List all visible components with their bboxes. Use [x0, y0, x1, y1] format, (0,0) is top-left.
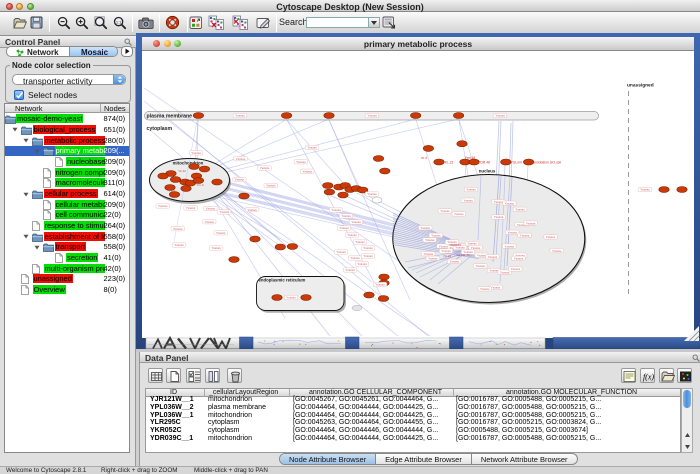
svg-text:Yxxxxx: Yxxxxx [350, 256, 360, 260]
svg-text:Yxxxxx: Yxxxxx [375, 283, 385, 287]
svg-text:Yxxxxx: Yxxxxx [552, 249, 562, 253]
svg-text:Yk.12: Yk.12 [178, 169, 186, 173]
svg-text:Yxxxxx: Yxxxxx [466, 188, 476, 192]
svg-text:Yxxxxx: Yxxxxx [505, 201, 515, 205]
svg-text:Yxxxxx: Yxxxxx [260, 166, 270, 170]
svg-text:Yxxxxx: Yxxxxx [219, 210, 229, 214]
svg-text:Yxxxxx: Yxxxxx [186, 206, 196, 210]
svg-text:Yxxxxx: Yxxxxx [515, 208, 525, 212]
svg-text:Yxxxxx: Yxxxxx [266, 184, 276, 188]
svg-text:G0.441,Yk: G0.441,Yk [456, 253, 470, 257]
svg-text:Yxxxxx: Yxxxxx [336, 250, 346, 254]
svg-text:Yxxxxx: Yxxxxx [526, 221, 536, 225]
svg-text:Yxxxxx: Yxxxxx [345, 268, 355, 272]
svg-text:YKL.21: YKL.21 [442, 161, 453, 165]
svg-text:Yxxxxx: Yxxxxx [471, 246, 481, 250]
svg-text:Yxxxxx: Yxxxxx [347, 233, 357, 237]
svg-text:Yxxxxx: Yxxxxx [286, 296, 296, 300]
svg-text:Yxxxxx: Yxxxxx [495, 114, 505, 118]
svg-text:Yxxxxx: Yxxxxx [546, 235, 556, 239]
svg-text:Yxxxxx: Yxxxxx [351, 220, 361, 224]
svg-text:Yb.8: Yb.8 [169, 189, 176, 193]
svg-text:Yxxxxx: Yxxxxx [296, 160, 306, 164]
svg-text:Yxxxxx: Yxxxxx [174, 243, 184, 247]
svg-text:Yxxxxx: Yxxxxx [467, 242, 477, 246]
svg-text:Yxxxxx: Yxxxxx [511, 267, 521, 271]
svg-text:Yxxxxx: Yxxxxx [640, 188, 650, 192]
svg-text:annotation.GO.cell: annotation.GO.cell [533, 161, 561, 165]
svg-text:Yxxxxx: Yxxxxx [363, 254, 373, 258]
svg-text:Yxxxxx: Yxxxxx [236, 157, 246, 161]
svg-text:Yxxxxx: Yxxxxx [500, 270, 510, 274]
svg-text:Yxxxxx: Yxxxxx [235, 114, 245, 118]
svg-text:Yxxxxx: Yxxxxx [331, 208, 341, 212]
svg-text:Yxxxxx: Yxxxxx [454, 212, 464, 216]
svg-text:Yxxxxx: Yxxxxx [341, 214, 351, 218]
svg-text:m.4: m.4 [421, 156, 427, 160]
svg-text:f(x): f(x) [643, 373, 654, 382]
svg-text:Yxxxxx: Yxxxxx [158, 204, 168, 208]
svg-text:Yxxxxx: Yxxxxx [494, 215, 504, 219]
svg-text:YDR.48: YDR.48 [478, 161, 490, 165]
svg-text:endoplasmic reticulum: endoplasmic reticulum [259, 278, 306, 283]
svg-text:Yxxxxx: Yxxxxx [420, 226, 430, 230]
svg-text:Yxxxxx: Yxxxxx [357, 262, 367, 266]
svg-text:Yxxxxx: Yxxxxx [206, 207, 216, 211]
svg-text:Yxxxxx: Yxxxxx [491, 286, 501, 290]
svg-text:Yxxxxx: Yxxxxx [520, 234, 530, 238]
svg-text:Yxxxxx: Yxxxxx [480, 287, 490, 291]
svg-text:Yxxxxx: Yxxxxx [475, 264, 485, 268]
svg-text:Yxxxxx: Yxxxxx [441, 249, 451, 253]
svg-text:Yxxxxx: Yxxxxx [505, 244, 515, 248]
svg-text:Yxxxxx: Yxxxxx [431, 234, 441, 238]
svg-text:Yxxxxx: Yxxxxx [488, 255, 498, 259]
svg-text:Yxxxxx: Yxxxxx [428, 257, 438, 261]
svg-text:mitochondrion: mitochondrion [173, 161, 204, 166]
svg-text:Yxxxxx: Yxxxxx [235, 178, 245, 182]
svg-text:Yxxxxx: Yxxxxx [339, 226, 349, 230]
svg-text:Yxxxxx: Yxxxxx [355, 240, 365, 244]
svg-text:Yml.48: Yml.48 [465, 156, 476, 160]
svg-text:Yxxxxx: Yxxxxx [423, 252, 433, 256]
svg-text:Yxxxxx: Yxxxxx [302, 169, 312, 173]
svg-text:Yxxxxx: Yxxxxx [216, 231, 226, 235]
svg-text:Yxxxxx: Yxxxxx [463, 198, 473, 202]
svg-text:Yxxxxx: Yxxxxx [191, 151, 201, 155]
svg-text:1:1: 1:1 [115, 19, 121, 24]
svg-text:Yxxxxx: Yxxxxx [508, 231, 518, 235]
svg-text:Ym.3: Ym.3 [196, 183, 203, 187]
svg-text:cytoplasm: cytoplasm [147, 126, 173, 132]
svg-text:Yxxxxx: Yxxxxx [425, 238, 435, 242]
svg-text:Yxxxxx: Yxxxxx [247, 208, 257, 212]
svg-text:Yxxxxx: Yxxxxx [307, 146, 317, 150]
svg-text:Ym.22: Ym.22 [443, 254, 452, 258]
svg-text:Yxxxxx: Yxxxxx [514, 257, 524, 261]
svg-text:Yd.G0.45: Yd.G0.45 [449, 243, 461, 247]
svg-text:YGLmit: YGLmit [510, 161, 521, 165]
svg-text:Yxxxxx: Yxxxxx [367, 192, 377, 196]
svg-text:Yxxxxx: Yxxxxx [211, 246, 221, 250]
svg-text:Yxxxxx: Yxxxxx [440, 209, 450, 213]
svg-text:Yxxxxx: Yxxxxx [363, 246, 373, 250]
svg-text:nucleus: nucleus [479, 169, 496, 174]
svg-text:unassigned: unassigned [627, 83, 654, 89]
svg-text:Yxxxxx: Yxxxxx [204, 220, 214, 224]
svg-text:Yxxxxx: Yxxxxx [494, 200, 504, 204]
svg-text:Yxxxxx: Yxxxxx [449, 260, 459, 264]
svg-text:Yxxxxx: Yxxxxx [173, 227, 183, 231]
svg-text:plasma membrane: plasma membrane [147, 113, 193, 119]
svg-text:Yxxxxx: Yxxxxx [367, 114, 377, 118]
